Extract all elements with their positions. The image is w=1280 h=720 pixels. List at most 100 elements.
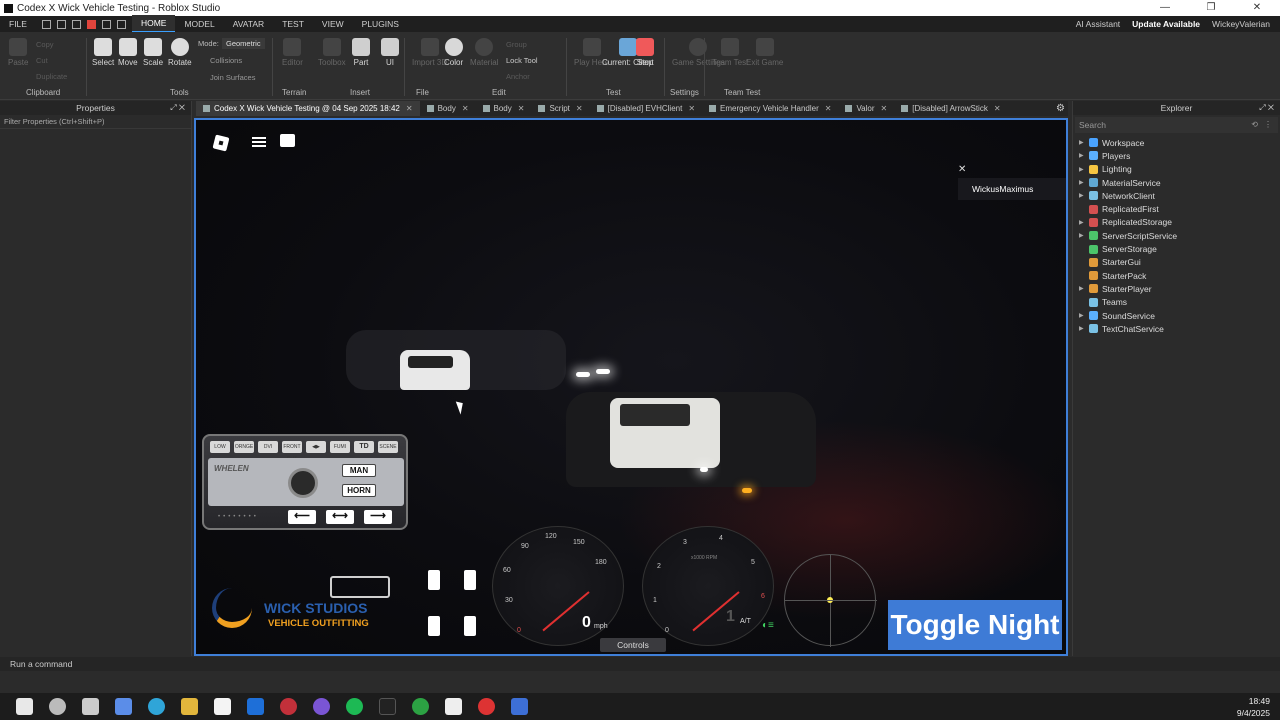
expand-arrow-icon[interactable]: ▶ <box>1079 219 1087 226</box>
explorer-item-replicatedstorage[interactable]: ▶ ReplicatedStorage <box>1073 216 1280 229</box>
explorer-item-starterpack[interactable]: StarterPack <box>1073 269 1280 282</box>
opera-icon[interactable] <box>280 698 297 715</box>
explorer-item-lighting[interactable]: ▶ Lighting <box>1073 163 1280 176</box>
explorer-item-soundservice[interactable]: ▶ SoundService <box>1073 309 1280 322</box>
explorer-item-replicatedfirst[interactable]: ReplicatedFirst <box>1073 202 1280 215</box>
siren-btn-fumi[interactable]: FUMI <box>330 441 350 453</box>
expand-arrow-icon[interactable]: ▶ <box>1079 192 1087 199</box>
explorer-search-input[interactable]: Search ⟲ ⋮ <box>1075 117 1278 133</box>
menu-view[interactable]: VIEW <box>313 16 353 32</box>
spotify-icon[interactable] <box>346 698 363 715</box>
stop-quick-icon[interactable] <box>86 19 96 29</box>
menu-file[interactable]: FILE <box>0 16 36 32</box>
chat-icon[interactable] <box>280 134 295 147</box>
close-tab-icon[interactable]: ✕ <box>518 101 525 116</box>
xbox-icon[interactable] <box>412 698 429 715</box>
siren-btn-td[interactable]: TD <box>354 441 374 453</box>
explorer-item-materialservice[interactable]: ▶ MaterialService <box>1073 176 1280 189</box>
mode-select[interactable]: Geometric <box>222 38 265 49</box>
player-list-entry[interactable]: WickusMaximus <box>958 178 1066 200</box>
scale-tool-button[interactable]: Scale <box>143 38 163 67</box>
terrain-editor-button[interactable]: Editor <box>282 38 303 67</box>
part-button[interactable]: Part <box>352 38 370 67</box>
import-3d-button[interactable]: Import 3D <box>412 38 447 67</box>
close-tab-icon[interactable]: ✕ <box>825 101 832 116</box>
explorer-item-starterplayer[interactable]: ▶ StarterPlayer <box>1073 282 1280 295</box>
game-viewport[interactable]: ✕ WickusMaximus LOW ORNGE DVI FRONT CUT … <box>194 118 1068 656</box>
explorer-item-players[interactable]: ▶ Players <box>1073 149 1280 162</box>
explorer-item-networkclient[interactable]: ▶ NetworkClient <box>1073 189 1280 202</box>
edge-icon[interactable] <box>148 698 165 715</box>
copy-button[interactable]: Copy <box>36 40 54 49</box>
expand-arrow-icon[interactable]: ▶ <box>1079 152 1087 159</box>
save-icon[interactable] <box>56 19 66 29</box>
expand-arrow-icon[interactable]: ▶ <box>1079 285 1087 292</box>
close-player-list-icon[interactable]: ✕ <box>958 164 966 175</box>
join-surfaces-toggle[interactable]: Join Surfaces <box>210 73 255 82</box>
exit-game-button[interactable]: Exit Game <box>746 38 783 67</box>
file-explorer-icon[interactable] <box>181 698 198 715</box>
menu-avatar[interactable]: AVATAR <box>224 16 274 32</box>
copilot-icon[interactable] <box>115 698 132 715</box>
expand-arrow-icon[interactable]: ▶ <box>1079 166 1087 173</box>
collisions-toggle[interactable]: Collisions <box>210 56 242 65</box>
menu-model[interactable]: MODEL <box>175 16 223 32</box>
outlook-icon[interactable] <box>247 698 264 715</box>
new-file-icon[interactable] <box>41 19 51 29</box>
siren-btn-scene[interactable]: SCENE <box>378 441 398 453</box>
menu-home[interactable]: HOME <box>131 15 176 33</box>
lock-tool-button[interactable]: Lock Tool <box>506 56 538 65</box>
close-tab-icon[interactable]: ✕ <box>994 101 1001 116</box>
menu-plugins[interactable]: PLUGINS <box>353 16 408 32</box>
undo-icon[interactable] <box>101 19 111 29</box>
terminal-icon[interactable] <box>379 698 396 715</box>
ui-button[interactable]: UI <box>381 38 399 67</box>
more-options-icon[interactable]: ⋮ <box>1264 117 1272 133</box>
siren-btn-front-cut[interactable]: FRONT CUT <box>282 441 302 462</box>
stop-button[interactable]: Stop <box>636 38 654 67</box>
group-button[interactable]: Group <box>506 40 527 49</box>
search-icon[interactable] <box>49 698 66 715</box>
siren-btn-low[interactable]: LOW <box>210 441 230 453</box>
team-test-button[interactable]: Team Test <box>712 38 748 67</box>
minimize-button[interactable]: — <box>1142 0 1188 16</box>
arrow-left-button[interactable]: ⟵ <box>288 510 316 524</box>
refresh-icon[interactable] <box>71 19 81 29</box>
store-icon[interactable] <box>214 698 231 715</box>
user-menu[interactable]: WickeyValerian <box>1212 19 1270 29</box>
history-icon[interactable]: ⟲ <box>1251 117 1258 133</box>
tab-valor[interactable]: Valor ✕ <box>838 101 894 116</box>
panel-close-icon[interactable]: ⤢ ✕ <box>1259 101 1274 115</box>
tab-body-2[interactable]: Body ✕ <box>476 101 532 116</box>
explorer-item-teams[interactable]: Teams <box>1073 296 1280 309</box>
expand-arrow-icon[interactable]: ▶ <box>1079 312 1087 319</box>
maximize-button[interactable]: ❐ <box>1188 0 1234 16</box>
close-tab-icon[interactable]: ✕ <box>462 101 469 116</box>
close-tab-icon[interactable]: ✕ <box>576 101 583 116</box>
siren-btn-alt[interactable]: ◀▶ <box>306 441 326 453</box>
update-available-button[interactable]: Update Available <box>1132 19 1200 29</box>
anchor-button[interactable]: Anchor <box>506 72 530 81</box>
roblox-menu-icon[interactable] <box>212 134 230 152</box>
close-window-button[interactable]: ✕ <box>1234 0 1280 16</box>
siren-btn-dvi[interactable]: DVI <box>258 441 278 453</box>
chrome-icon[interactable] <box>478 698 495 715</box>
explorer-item-startergui[interactable]: StarterGui <box>1073 256 1280 269</box>
controls-button[interactable]: Controls <box>600 638 666 652</box>
app-icon[interactable] <box>511 698 528 715</box>
ai-assistant-button[interactable]: AI Assistant <box>1076 19 1120 29</box>
horn-button[interactable]: HORN <box>342 484 376 497</box>
arrow-both-button[interactable]: ⟷ <box>326 510 354 524</box>
taskbar-clock[interactable]: 18:49 9/4/2025 <box>1237 695 1270 719</box>
duplicate-button[interactable]: Duplicate <box>36 72 67 81</box>
explorer-item-textchatservice[interactable]: ▶ TextChatService <box>1073 322 1280 335</box>
expand-arrow-icon[interactable]: ▶ <box>1079 139 1087 146</box>
tab-evhclient[interactable]: [Disabled] EVHClient ✕ <box>590 101 702 116</box>
panel-close-icon[interactable]: ⤢ ✕ <box>170 101 185 115</box>
roblox-studio-taskbar-icon[interactable] <box>445 698 462 715</box>
expand-arrow-icon[interactable]: ▶ <box>1079 325 1087 332</box>
select-tool-button[interactable]: Select <box>92 38 114 67</box>
siren-btn-ornge[interactable]: ORNGE <box>234 441 254 453</box>
toolbox-button[interactable]: Toolbox <box>318 38 346 67</box>
paste-button[interactable]: Paste <box>8 38 28 67</box>
